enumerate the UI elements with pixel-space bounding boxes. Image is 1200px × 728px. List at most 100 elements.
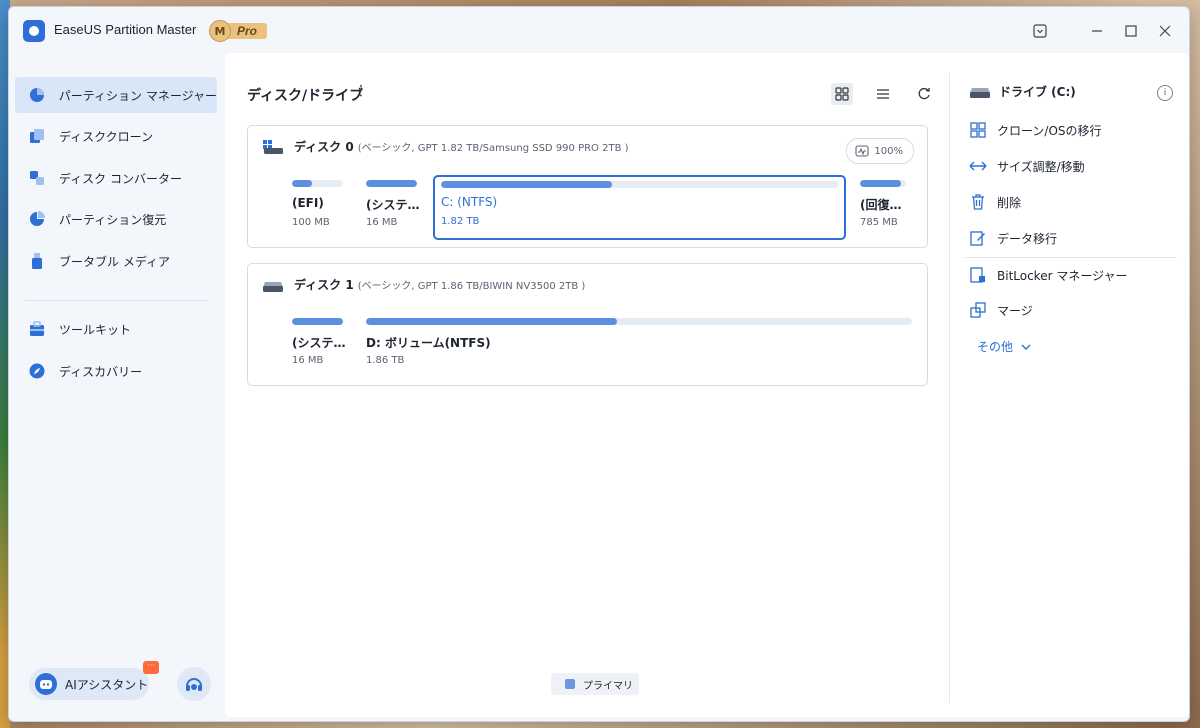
disk-name: ディスク 1 [294,278,354,292]
partition-efi[interactable]: (EFI) 100 MB [292,180,352,240]
sidebar-item-label: ディスカバリー [59,364,143,379]
more-actions-toggle[interactable]: その他 [977,338,1031,355]
partition-usage-fill [292,318,343,325]
grid-view-button[interactable] [831,83,853,105]
trash-icon [969,193,987,211]
partition-recovery[interactable]: (回復… 785 MB [860,180,920,240]
clone-icon [27,126,47,146]
pro-badge[interactable]: M Pro [209,20,273,42]
disk-info: (ベーシック, GPT 1.82 TB/Samsung SSD 990 PRO … [357,143,629,154]
disk-health-badge[interactable]: 100% [846,138,914,164]
partition-usage-bar [860,180,906,187]
compass-icon [27,361,47,381]
sidebar-item-disk-converter[interactable]: ディスク コンバーター [15,160,217,196]
resize-arrows-icon [969,157,987,175]
partition-name: (回復… [860,198,902,212]
action-label: クローン/OSの移行 [997,123,1102,138]
clone-grid-icon [969,121,987,139]
legend-swatch [565,679,575,689]
partition-size: 16 MB [292,355,324,366]
main-panel: ディスク/ドライブ ⋮ ディスク 0 (ベーシック, GPT 1.82 TB/S… [225,53,1189,717]
action-data-migration[interactable]: データ移行 [969,226,1057,250]
sidebar-item-partition-recovery[interactable]: パーティション復元 [15,201,217,237]
sidebar-divider [25,300,209,301]
ai-assistant-button[interactable]: AIアシスタント [29,668,149,700]
action-bitlocker-manager[interactable]: BitLocker マネージャー [969,263,1128,287]
partition-name: D: ボリューム(NTFS) [366,336,491,350]
pie-chart-icon [27,85,47,105]
partition-usage-bar [441,181,839,188]
disk-health-icon [855,145,869,157]
disk-1-card[interactable]: ディスク 1 (ベーシック, GPT 1.86 TB/BIWIN NV3500 … [247,263,928,386]
minimize-button[interactable] [1085,19,1109,43]
app-logo-icon [23,20,45,42]
merge-icon [969,301,987,319]
sidebar-item-partition-manager[interactable]: パーティション マネージャー [15,77,217,113]
close-icon [1159,25,1171,37]
more-actions-label: その他 [977,340,1014,354]
app-window: EaseUS Partition Master M Pro パーティション マネ… [8,6,1190,722]
partition-usage-bar [292,180,343,187]
sidebar-item-discovery[interactable]: ディスカバリー [15,353,217,389]
partition-usage-fill [366,180,417,187]
sidebar-item-bootable-media[interactable]: ブータブル メディア [15,243,217,279]
partition-usage-bar [366,318,912,325]
action-merge[interactable]: マージ [969,298,1033,322]
dropdown-box-icon [1033,24,1047,38]
legend-primary: プライマリ [551,673,639,695]
action-delete[interactable]: 削除 [969,190,1021,214]
partition-name: C: (NTFS) [441,195,498,209]
dropdown-menu-button[interactable] [1028,19,1052,43]
chevron-down-icon [1021,344,1031,350]
minimize-icon [1092,30,1102,32]
partition-d[interactable]: D: ボリューム(NTFS) 1.86 TB [366,318,912,378]
hard-drive-icon [263,281,283,292]
panel-divider [949,73,950,703]
sidebar-item-label: ブータブル メディア [59,254,170,269]
disk-health-value: 100% [874,145,903,157]
partition-usage-fill [860,180,902,187]
partition-usage-bar [366,180,417,187]
partition-name: (EFI) [292,196,324,210]
maximize-button[interactable] [1119,19,1143,43]
ai-assistant-label: AIアシスタント [65,677,149,692]
info-icon[interactable]: i [1157,85,1173,101]
right-panel-divider [965,257,1177,258]
partition-size: 1.86 TB [366,355,405,366]
sidebar-item-disk-clone[interactable]: ディスククローン [15,118,217,154]
disk-info: (ベーシック, GPT 1.86 TB/BIWIN NV3500 2TB ) [357,281,586,292]
action-resize-move[interactable]: サイズ調整/移動 [969,154,1085,178]
list-icon [877,89,889,99]
converter-icon [27,168,47,188]
partition-system[interactable]: (システ… 16 MB [366,180,426,240]
partition-size: 785 MB [860,217,898,228]
app-title: EaseUS Partition Master [54,22,197,37]
disk-1-header: ディスク 1 (ベーシック, GPT 1.86 TB/BIWIN NV3500 … [262,276,585,293]
partition-name: (システ… [366,198,420,212]
grid-icon [835,87,849,101]
partition-usage-fill [441,181,613,188]
more-options-button[interactable]: ⋮ [353,83,369,103]
sidebar: パーティション マネージャー ディスククローン ディスク コンバーター パーティ… [9,55,225,721]
drive-title: ドライブ (C:) [999,85,1076,99]
disk-0-header: ディスク 0 (ベーシック, GPT 1.82 TB/Samsung SSD 9… [262,138,629,155]
action-label: データ移行 [997,231,1058,246]
partition-c-selected[interactable]: C: (NTFS) 1.82 TB [433,175,846,240]
action-label: 削除 [997,195,1022,210]
action-label: BitLocker マネージャー [997,268,1128,283]
action-clone-os-migrate[interactable]: クローン/OSの移行 [969,118,1102,142]
sidebar-item-toolkit[interactable]: ツールキット [15,311,217,347]
close-button[interactable] [1153,19,1177,43]
pro-badge-text: Pro [225,23,268,39]
refresh-button[interactable] [913,83,935,105]
partition-recovery-icon [27,209,47,229]
list-view-button[interactable] [872,83,894,105]
disk-0-card[interactable]: ディスク 0 (ベーシック, GPT 1.82 TB/Samsung SSD 9… [247,125,928,248]
partition-system[interactable]: (システ… 16 MB [292,318,352,378]
partition-size: 1.82 TB [441,216,480,227]
headset-icon [186,678,202,691]
support-button[interactable] [177,667,211,701]
sidebar-item-label: ディスク コンバーター [59,171,182,186]
usb-drive-icon [27,251,47,271]
title-bar: EaseUS Partition Master M Pro [9,7,1189,55]
